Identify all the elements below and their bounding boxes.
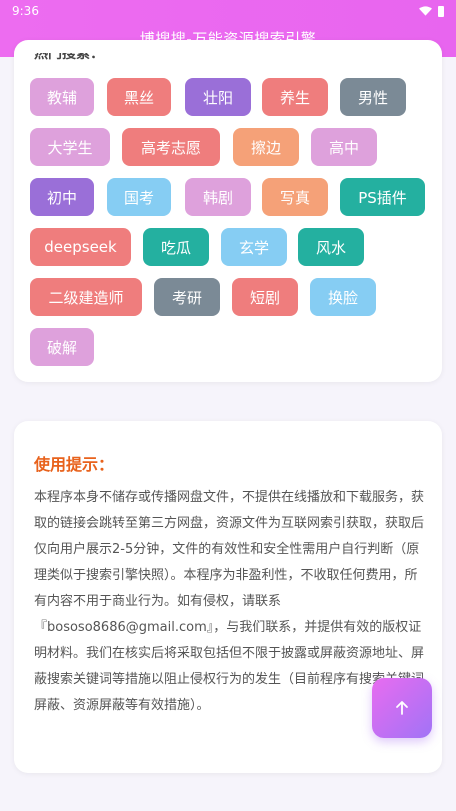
status-time: 9:36 [12, 4, 39, 18]
hot-tag-button[interactable]: 国考 [107, 178, 171, 216]
notice-title: 使用提示： [34, 455, 115, 474]
arrow-up-icon [396, 701, 408, 715]
hot-tag-button[interactable]: PS插件 [340, 178, 425, 216]
hot-tag-button[interactable]: 考研 [154, 278, 220, 316]
status-icons [419, 5, 444, 17]
hot-tag-button[interactable]: 二级建造师 [30, 278, 142, 316]
hot-tag-button[interactable]: 韩剧 [185, 178, 251, 216]
hot-tag-button[interactable]: 玄学 [221, 228, 287, 266]
status-bar: 9:36 [0, 0, 456, 22]
hot-tag-button[interactable]: 高考志愿 [122, 128, 220, 166]
battery-icon [438, 5, 444, 17]
wifi-icon [419, 6, 432, 16]
hot-tag-button[interactable]: 男性 [340, 78, 406, 116]
hot-tag-button[interactable]: 换脸 [310, 278, 376, 316]
hot-tag-button[interactable]: 大学生 [30, 128, 110, 166]
hot-search-card: 热门搜索： 教辅 黑丝 壮阳 养生 男性大学生 高考志愿 擦边 高中初中 国考 韩剧 写真 PS插件 d… [14, 40, 442, 382]
hot-tag-button[interactable]: 高中 [311, 128, 377, 166]
hot-tag-button[interactable]: 吃瓜 [143, 228, 209, 266]
scroll-to-top-button[interactable] [372, 678, 432, 738]
hot-tag-button[interactable]: 短剧 [232, 278, 298, 316]
hot-tag-button[interactable]: 黑丝 [107, 78, 171, 116]
hot-search-heading: 热门搜索： [34, 53, 104, 61]
hot-tag-button[interactable]: deepseek [30, 228, 131, 266]
hot-tag-button[interactable]: 初中 [30, 178, 94, 216]
notice-body: 本程序本身不储存或传播网盘文件，不提供在线播放和下载服务，获取的链接会跳转至第三… [34, 490, 425, 713]
hot-tag-button[interactable]: 写真 [262, 178, 328, 216]
hot-tag-button[interactable]: 擦边 [233, 128, 299, 166]
hot-tag-button[interactable]: 教辅 [30, 78, 94, 116]
hot-tag-button[interactable]: 风水 [298, 228, 364, 266]
hot-tag-button[interactable]: 养生 [262, 78, 328, 116]
hot-tag-button[interactable]: 壮阳 [185, 78, 251, 116]
hot-tag-button[interactable]: 破解 [30, 328, 94, 366]
